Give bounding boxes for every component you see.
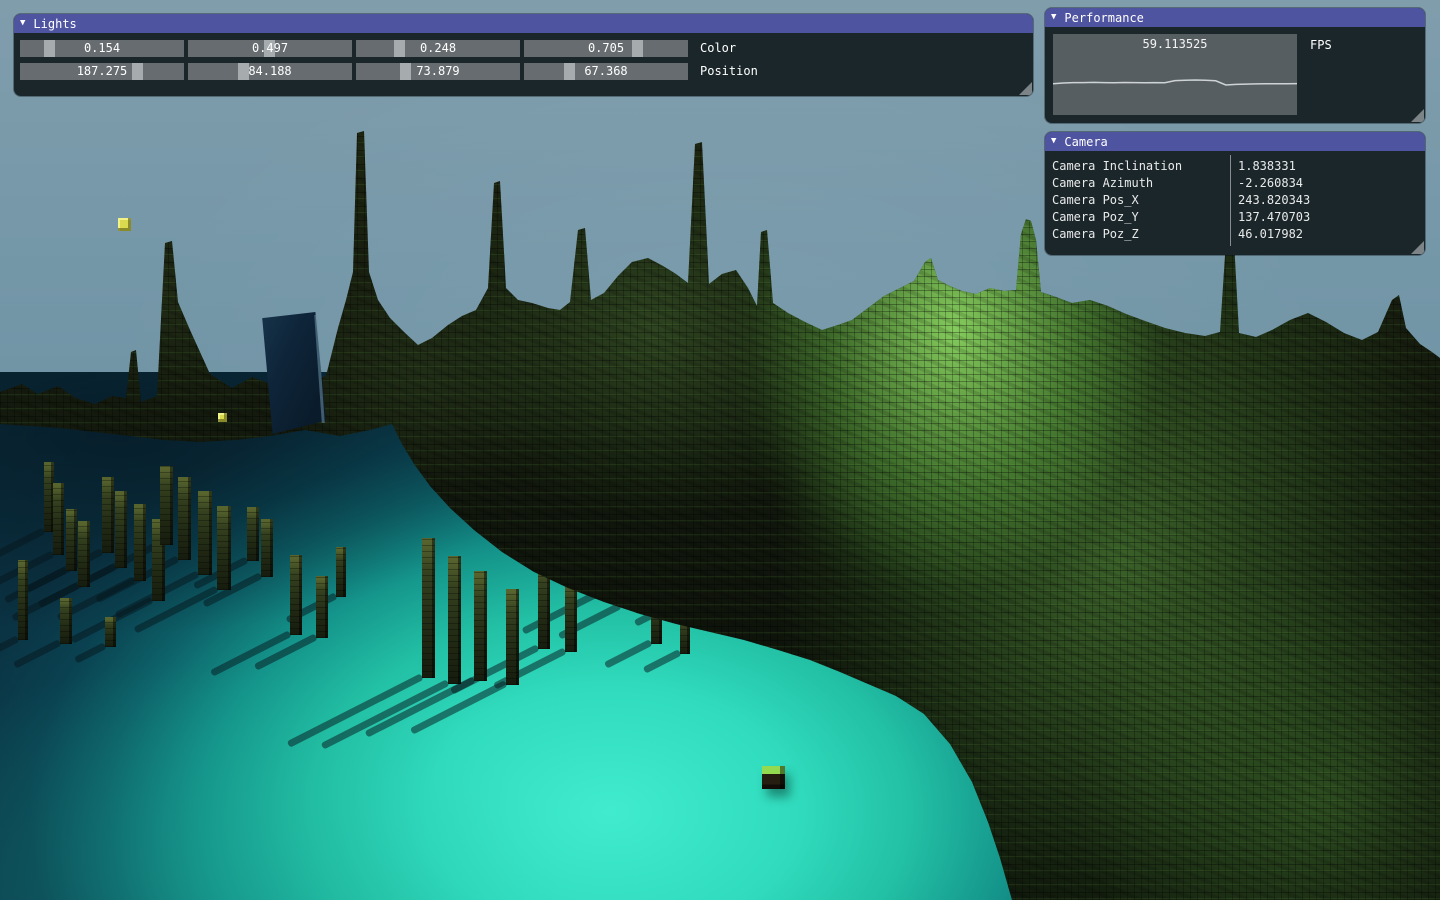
slider-color-4[interactable]: 0.705 — [524, 40, 688, 57]
grass-cube-icon — [762, 766, 785, 789]
resize-grip[interactable] — [1411, 241, 1424, 254]
fps-graph: 59.113525 — [1053, 34, 1297, 115]
collapse-triangle-icon[interactable]: ▼ — [20, 14, 25, 33]
resize-grip[interactable] — [1411, 109, 1424, 122]
panel-camera-titlebar[interactable]: ▼ Camera — [1045, 132, 1425, 151]
voxel-pillar — [506, 589, 519, 685]
camera-poz-z-value[interactable]: 46.017982 — [1230, 226, 1303, 243]
voxel-pillar — [66, 509, 77, 571]
voxel-pillar — [18, 560, 28, 640]
voxel-pillar — [198, 491, 212, 575]
slider-color-4-value: 0.705 — [524, 40, 688, 57]
lights-position-row: 187.275 84.188 73.879 67.368 Position — [20, 63, 1027, 80]
slider-color-2[interactable]: 0.497 — [188, 40, 352, 57]
voxel-pillar — [53, 483, 64, 555]
lights-body: 0.154 0.497 0.248 0.705 Color 187.275 — [14, 33, 1033, 80]
camera-rows: Camera Inclination 1.838331 Camera Azimu… — [1045, 158, 1425, 243]
slider-color-1[interactable]: 0.154 — [20, 40, 184, 57]
slider-position-2[interactable]: 84.188 — [188, 63, 352, 80]
slider-position-1[interactable]: 187.275 — [20, 63, 184, 80]
slider-position-1-value: 187.275 — [20, 63, 184, 80]
camera-inclination-value[interactable]: 1.838331 — [1230, 158, 1296, 175]
voxel-pillar — [290, 555, 302, 635]
camera-azimuth-value[interactable]: -2.260834 — [1230, 175, 1303, 192]
slider-position-4-value: 67.368 — [524, 63, 688, 80]
voxel-pillar — [115, 491, 127, 568]
voxel-pillar — [247, 507, 259, 561]
camera-azimuth-label: Camera Azimuth — [1045, 175, 1230, 192]
camera-poz-y-row: Camera Poz_Y 137.470703 — [1045, 209, 1425, 226]
camera-poz-y-value[interactable]: 137.470703 — [1230, 209, 1310, 226]
camera-pos-x-value[interactable]: 243.820343 — [1230, 192, 1310, 209]
camera-row-pos-x: Camera Pos_X 243.820343 — [1045, 192, 1425, 209]
voxel-pillar — [336, 547, 346, 597]
voxel-pillar — [78, 521, 90, 587]
light-cube-icon — [118, 218, 131, 231]
panel-camera-title: Camera — [1064, 135, 1107, 149]
camera-inclination-label: Camera Inclination — [1045, 158, 1230, 175]
slider-color-1-value: 0.154 — [20, 40, 184, 57]
voxel-pillar — [105, 617, 116, 647]
voxel-pillar — [134, 504, 146, 581]
voxel-pillar — [102, 477, 114, 553]
voxel-pillar — [316, 576, 328, 638]
lights-color-label: Color — [700, 40, 736, 57]
voxel-pillar — [217, 506, 231, 590]
voxel-pillar — [422, 538, 435, 678]
lights-color-row: 0.154 0.497 0.248 0.705 Color — [20, 40, 1027, 57]
voxel-pillar — [160, 466, 173, 545]
voxel-pillar — [178, 477, 191, 560]
camera-column-divider — [1230, 155, 1231, 246]
slider-position-4[interactable]: 67.368 — [524, 63, 688, 80]
camera-row-azimuth: Camera Azimuth -2.260834 — [1045, 175, 1425, 192]
voxel-pillar — [60, 598, 72, 644]
panel-performance: ▼ Performance 59.113525 FPS — [1045, 8, 1425, 123]
panel-lights: ▼ Lights 0.154 0.497 0.248 0.705 Color — [14, 14, 1033, 96]
panel-lights-titlebar[interactable]: ▼ Lights — [14, 14, 1033, 33]
light-cube-small-icon — [218, 413, 227, 422]
voxel-pillar — [261, 519, 273, 577]
slider-position-3[interactable]: 73.879 — [356, 63, 520, 80]
lights-position-label: Position — [700, 63, 758, 80]
slider-color-3[interactable]: 0.248 — [356, 40, 520, 57]
fps-label: FPS — [1310, 38, 1332, 52]
camera-poz-y-label: Camera Poz_Y — [1045, 209, 1230, 226]
panel-camera: ▼ Camera Camera Inclination 1.838331 Cam… — [1045, 132, 1425, 255]
collapse-triangle-icon[interactable]: ▼ — [1051, 8, 1056, 27]
slider-color-3-value: 0.248 — [356, 40, 520, 57]
camera-row-inclination: Camera Inclination 1.838331 — [1045, 158, 1425, 175]
camera-poz-z-row: Camera Poz_Z 46.017982 — [1045, 226, 1425, 243]
collapse-triangle-icon[interactable]: ▼ — [1051, 132, 1056, 151]
fps-value: 59.113525 — [1053, 37, 1297, 51]
camera-poz-z-label: Camera Poz_Z — [1045, 226, 1230, 243]
panel-lights-title: Lights — [33, 17, 76, 31]
voxel-pillar — [474, 571, 487, 681]
voxel-pillar — [448, 556, 461, 684]
slider-color-2-value: 0.497 — [188, 40, 352, 57]
slider-position-3-value: 73.879 — [356, 63, 520, 80]
camera-pos-x-label: Camera Pos_X — [1045, 192, 1230, 209]
panel-performance-title: Performance — [1064, 11, 1143, 25]
resize-grip[interactable] — [1019, 82, 1032, 95]
panel-performance-titlebar[interactable]: ▼ Performance — [1045, 8, 1425, 27]
slider-position-2-value: 84.188 — [188, 63, 352, 80]
